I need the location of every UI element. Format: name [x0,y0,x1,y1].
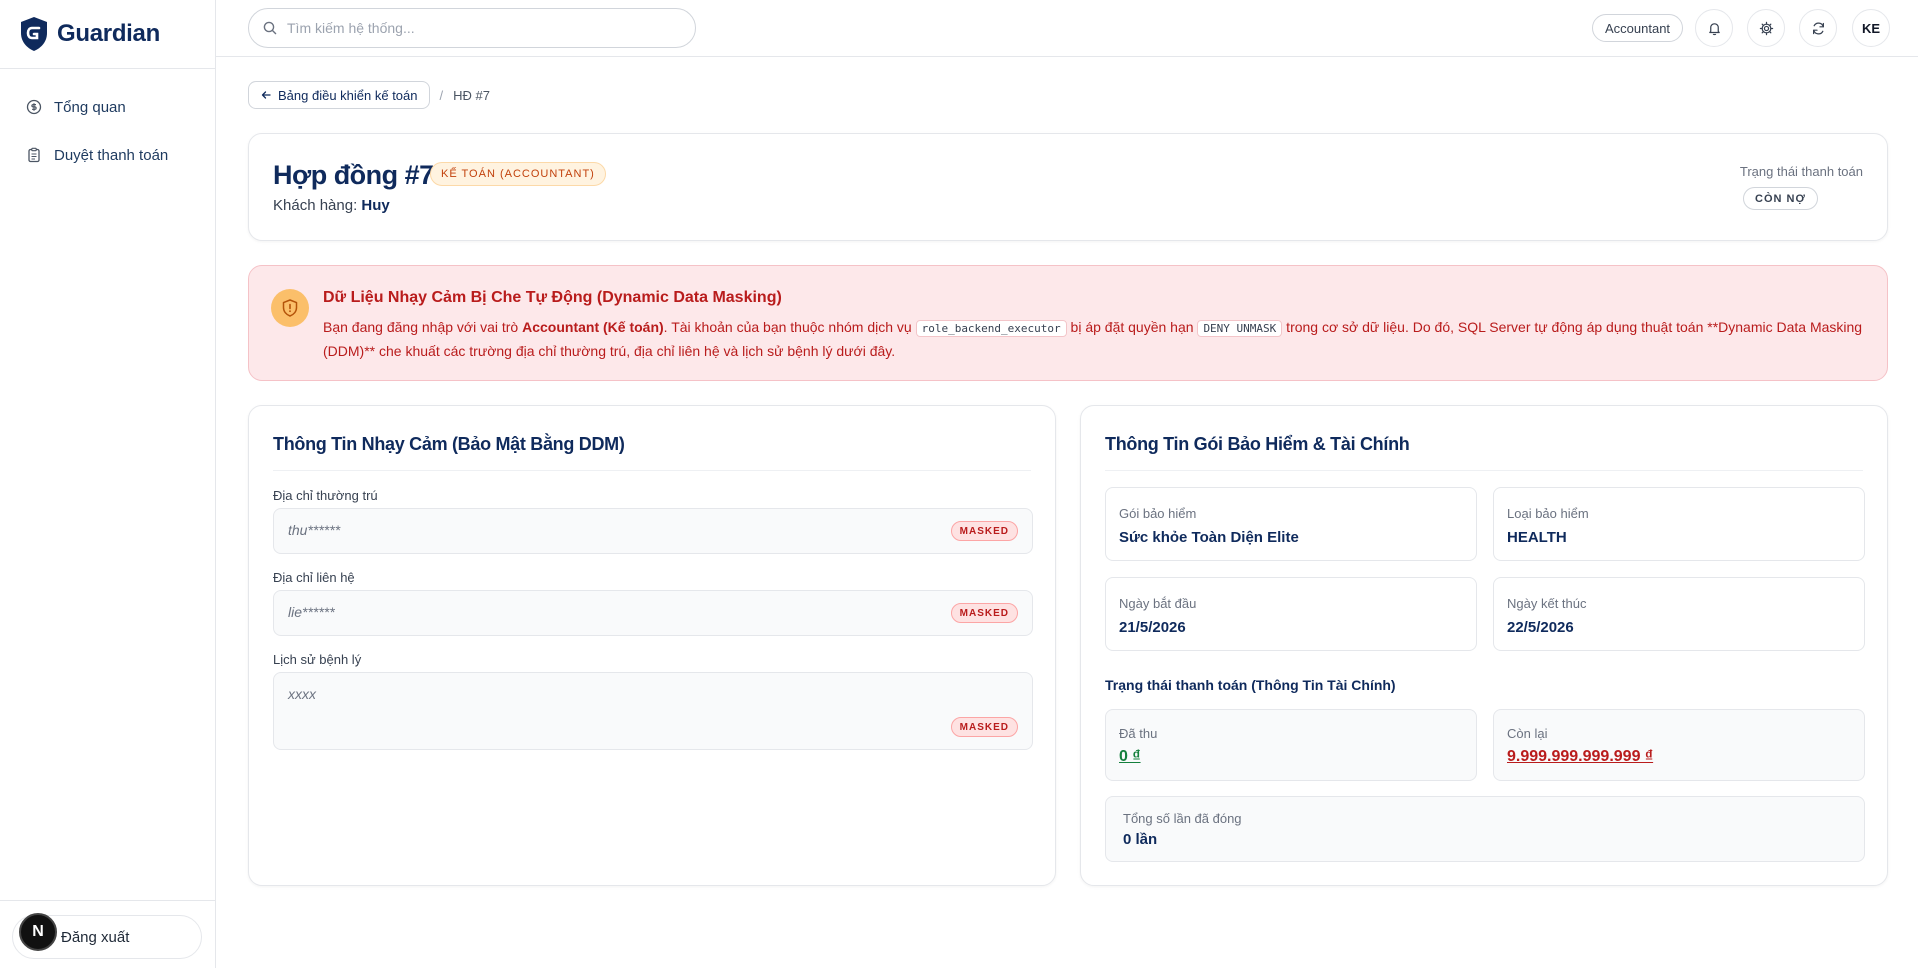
info-value: HEALTH [1507,529,1567,546]
alert-title: Dữ Liệu Nhạy Cảm Bị Che Tự Động (Dynamic… [323,289,782,306]
info-value: Sức khỏe Toàn Diện Elite [1119,529,1299,546]
payment-status-label: Trạng thái thanh toán [1739,164,1863,179]
permanent-address-field[interactable]: thu****** MASKED [273,508,1033,554]
sensitive-info-card: Thông Tin Nhạy Cảm (Bảo Mật Bằng DDM) Đị… [248,405,1056,886]
type-info-box: Loại bảo hiểm HEALTH [1493,487,1865,561]
info-label: Ngày bắt đầu [1119,596,1197,611]
info-label: Gói bảo hiểm [1119,506,1197,521]
breadcrumb: Bảng điều khiển kế toán / HĐ #7 [248,81,490,109]
search-icon [263,21,277,35]
alert-code-permission: DENY UNMASK [1197,320,1283,337]
brand-logo[interactable]: Guardian [0,0,215,69]
info-label: Còn lại [1507,726,1548,741]
contract-header-card: Hợp đồng #7 KẾ TOÁN (ACCOUNTANT) Khách h… [248,133,1888,241]
payment-status-badge: CÒN NỢ [1743,187,1818,210]
divider [1105,470,1863,471]
field-label: Lịch sử bệnh lý [273,652,362,667]
bell-icon [1708,22,1720,35]
divider [273,470,1031,471]
notifications-button[interactable] [1695,9,1733,47]
sidebar-item-label: Duyệt thanh toán [54,146,169,164]
start-date-box: Ngày bắt đầu 21/5/2026 [1105,577,1477,651]
masked-badge: MASKED [950,521,1018,541]
account-avatar[interactable]: KE [1852,9,1890,47]
clipboard-icon [28,147,40,163]
search-box[interactable] [248,8,696,48]
customer-label: Khách hàng: [273,197,358,214]
info-label: Đã thu [1119,726,1158,741]
info-label: Tổng số lần đã đóng [1123,811,1242,826]
section-title: Thông Tin Nhạy Cảm (Bảo Mật Bằng DDM) [273,434,625,454]
end-date-box: Ngày kết thúc 22/5/2026 [1493,577,1865,651]
search-input[interactable] [287,20,667,36]
sidebar-item-overview[interactable]: Tổng quan [0,83,215,131]
dollar-circle-icon [26,99,42,115]
sidebar-item-payment-review[interactable]: Duyệt thanh toán [0,131,215,179]
field-label: Địa chỉ liên hệ [273,570,355,585]
gear-icon [1759,21,1773,35]
role-badge: KẾ TOÁN (ACCOUNTANT) [430,162,606,186]
paid-amount: 0 ₫ [1119,748,1141,765]
alert-text: Bạn đang đăng nhập với vai trò [323,319,523,335]
page-title: Hợp đồng #7 [273,160,434,190]
back-label: Bảng điều khiển kế toán [278,87,418,103]
contact-address-field[interactable]: lie****** MASKED [273,590,1033,636]
info-value: 22/5/2026 [1507,619,1574,636]
shield-alert-icon [271,289,309,327]
remaining-amount-box: Còn lại 9.999.999.999.999 ₫ [1493,709,1865,781]
alert-code-role: role_backend_executor [915,320,1067,337]
masked-value: thu****** [288,522,341,538]
logout-label: Đăng xuất [61,928,130,946]
alert-body: Bạn đang đăng nhập với vai trò Accountan… [323,316,1869,362]
masked-badge: MASKED [950,603,1018,623]
info-value: 21/5/2026 [1119,619,1186,636]
alert-role: Accountant (Kế toán) [522,319,664,335]
section-title: Thông Tin Gói Bảo Hiểm & Tài Chính [1105,434,1410,454]
package-info-box: Gói bảo hiểm Sức khỏe Toàn Diện Elite [1105,487,1477,561]
info-label: Loại bảo hiểm [1507,506,1589,521]
role-pill[interactable]: Accountant [1592,14,1684,42]
alert-text: . Tài khoản của bạn thuộc nhóm dịch vụ [663,319,916,335]
field-label: Địa chỉ thường trú [273,488,378,503]
payment-count-box: Tổng số lần đã đóng 0 lần [1105,796,1865,862]
refresh-button[interactable] [1799,9,1837,47]
settings-button[interactable] [1747,9,1785,47]
user-avatar[interactable]: N [19,913,57,951]
remaining-amount: 9.999.999.999.999 ₫ [1507,748,1654,765]
top-header: Accountant KE [216,0,1918,57]
customer-name: Huy [361,197,390,214]
breadcrumb-separator: / [439,87,444,103]
guardian-shield-icon [21,17,47,51]
finance-subtitle: Trạng thái thanh toán (Thông Tin Tài Chí… [1105,677,1396,693]
arrow-left-icon [261,91,271,99]
brand-name: Guardian [57,20,160,47]
ddm-alert: Dữ Liệu Nhạy Cảm Bị Che Tự Động (Dynamic… [248,265,1888,381]
masked-value: xxxx [288,686,316,702]
info-label: Ngày kết thúc [1507,596,1587,611]
masked-badge: MASKED [950,717,1018,737]
breadcrumb-current: HĐ #7 [453,87,490,103]
masked-value: lie****** [288,604,335,620]
refresh-icon [1812,21,1824,35]
customer-info: Khách hàng: Huy [273,197,390,214]
sidebar: Guardian Tổng quan Duyệt thanh toán Đăng… [0,0,216,968]
back-to-dashboard-button[interactable]: Bảng điều khiển kế toán [248,81,430,109]
sidebar-nav: Tổng quan Duyệt thanh toán [0,69,215,179]
medical-history-field[interactable]: xxxx MASKED [273,672,1033,750]
paid-amount-box: Đã thu 0 ₫ [1105,709,1477,781]
insurance-info-card: Thông Tin Gói Bảo Hiểm & Tài Chính Gói b… [1080,405,1888,886]
alert-text: bị áp đặt quyền hạn [1066,319,1198,335]
sidebar-item-label: Tổng quan [54,98,126,116]
payment-count: 0 lần [1123,831,1158,848]
